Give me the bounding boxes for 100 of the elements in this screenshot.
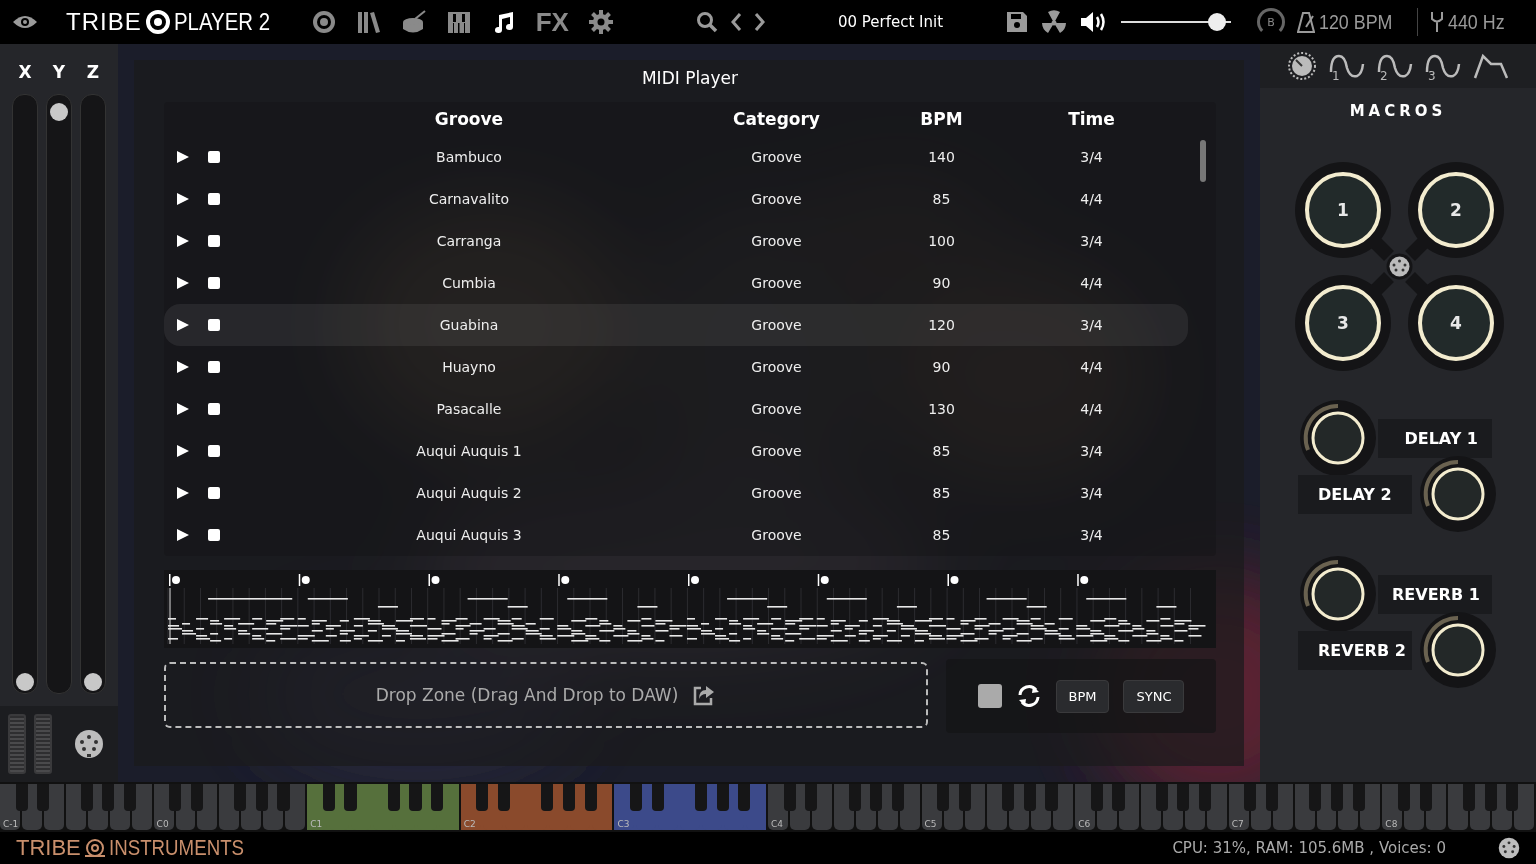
stop-icon[interactable] [208,277,220,289]
piano-octave[interactable]: C2 [460,784,613,830]
macro-knob[interactable]: 4 [1405,272,1504,371]
selected-row[interactable]: Guabina Groove 120 3/4 [164,304,1188,346]
macro-knob[interactable]: 2 [1405,162,1504,261]
transport-button[interactable]: BPM [1055,679,1110,713]
play-icon[interactable] [176,318,190,332]
fx-tab[interactable]: FX [535,6,569,38]
column-header[interactable]: Time [1034,109,1149,129]
brand-logo-text: TRIBE [66,8,142,36]
play-icon[interactable] [176,444,190,458]
lfo-tab[interactable]: 3 [1425,52,1461,80]
play-icon[interactable] [176,192,190,206]
table-row[interactable]: Bambuco Groove 140 3/4 [164,136,1188,178]
eye-icon[interactable] [12,14,38,30]
axis-label: X [18,62,32,82]
search-icon[interactable] [695,11,718,33]
effect-knob[interactable] [1298,398,1378,478]
effect-knob[interactable] [1418,454,1498,534]
stop-icon[interactable] [208,235,220,247]
slider-thumb[interactable] [84,673,102,691]
slider-track[interactable] [46,94,72,694]
axis-label: Z [86,62,100,82]
save-icon[interactable] [1005,10,1030,34]
play-icon[interactable] [176,276,190,290]
table-row[interactable]: Auqui Auquis 1 Groove 85 3/4 [164,430,1188,472]
effect-label: REVERB 1 [1378,574,1492,614]
table-row[interactable]: Pasacalle Groove 130 4/4 [164,388,1188,430]
macro-knob[interactable]: 1 [1295,162,1394,261]
library-icon[interactable] [355,9,382,35]
slider-thumb[interactable] [50,103,68,121]
effect-label: DELAY 1 [1378,418,1492,458]
column-header[interactable]: BPM [849,109,1034,129]
lfo-tab[interactable]: 1 [1329,52,1365,80]
play-icon[interactable] [176,150,190,164]
column-header[interactable]: Category [704,109,849,129]
slider-track[interactable] [80,94,106,694]
knob-icon[interactable] [1287,51,1317,81]
table-cell-text: Auqui Auquis 1 [415,443,523,459]
effect-knob[interactable] [1298,554,1378,634]
octave-label: C5 [924,819,937,829]
envelope-icon[interactable] [1473,52,1509,80]
sharp-key[interactable] [541,784,554,811]
stop-icon[interactable] [208,403,220,415]
tuning-readout[interactable]: 440 Hz [1448,10,1505,34]
play-icon[interactable] [176,486,190,500]
table-cell-text: Huayno [441,359,497,375]
effect-knob[interactable] [1418,610,1498,690]
effect-label: DELAY 2 [1298,474,1412,514]
table-row[interactable]: Carnavalito Groove 85 4/4 [164,178,1188,220]
target-icon[interactable] [310,9,337,35]
table-row[interactable]: Auqui Auquis 2 Groove 85 3/4 [164,472,1188,514]
table-row[interactable]: Carranga Groove 100 3/4 [164,220,1188,262]
stop-icon[interactable] [208,529,220,541]
play-icon[interactable] [176,234,190,248]
sharp-key[interactable] [738,784,751,811]
piano-keys-icon[interactable] [445,9,472,35]
midi-port-icon[interactable] [1386,253,1413,280]
midi-port-icon[interactable] [74,729,104,759]
drop-zone[interactable]: Drop Zone (Drag And Drop to DAW) [164,662,928,728]
table-cell-text: Groove [750,149,803,165]
lfo-tab[interactable]: 2 [1377,52,1413,80]
macro-knob[interactable]: 3 [1295,272,1394,371]
transport-button[interactable]: SYNC [1123,679,1185,713]
slider-track[interactable] [12,94,38,694]
table-row[interactable]: Cumbia Groove 90 4/4 [164,262,1188,304]
table-cell-text: 4/4 [1079,401,1104,417]
piano-octave[interactable]: C3 [614,784,766,830]
scrollbar-thumb[interactable] [1200,140,1206,182]
back-icon[interactable] [729,12,742,32]
table-row[interactable]: Auqui Auquis 3 Groove 85 3/4 [164,514,1188,556]
radiation-icon[interactable] [1041,9,1068,35]
column-header[interactable]: Groove [234,109,704,129]
stop-icon[interactable] [208,193,220,205]
tempo-readout[interactable]: 120 BPM [1319,10,1393,34]
play-icon[interactable] [176,402,190,416]
sharp-key[interactable] [431,784,444,811]
effect-label: REVERB 2 [1298,630,1412,670]
metronome-icon [1297,11,1316,33]
stop-icon[interactable] [208,319,220,331]
play-icon[interactable] [176,528,190,542]
stop-button[interactable] [977,684,1002,708]
sharp-key[interactable] [498,784,511,811]
play-icon[interactable] [176,360,190,374]
settings-icon[interactable] [587,9,614,35]
preset-name[interactable]: 00 Perfect Init [837,13,944,31]
stop-icon[interactable] [208,361,220,373]
volume-slider-thumb[interactable] [1208,13,1227,31]
table-row[interactable]: Huayno Groove 90 4/4 [164,346,1188,388]
table-cell-text: Groove [750,527,803,543]
table-cell-text: Bambuco [435,149,503,165]
forward-icon[interactable] [753,12,766,32]
sharp-key[interactable] [476,784,489,811]
stop-icon[interactable] [208,487,220,499]
midi-port-icon[interactable] [1498,837,1520,859]
axis-label: Y [52,62,66,82]
drum-icon[interactable] [400,9,427,35]
stop-icon[interactable] [208,151,220,163]
slider-thumb[interactable] [16,673,34,691]
stop-icon[interactable] [208,445,220,457]
